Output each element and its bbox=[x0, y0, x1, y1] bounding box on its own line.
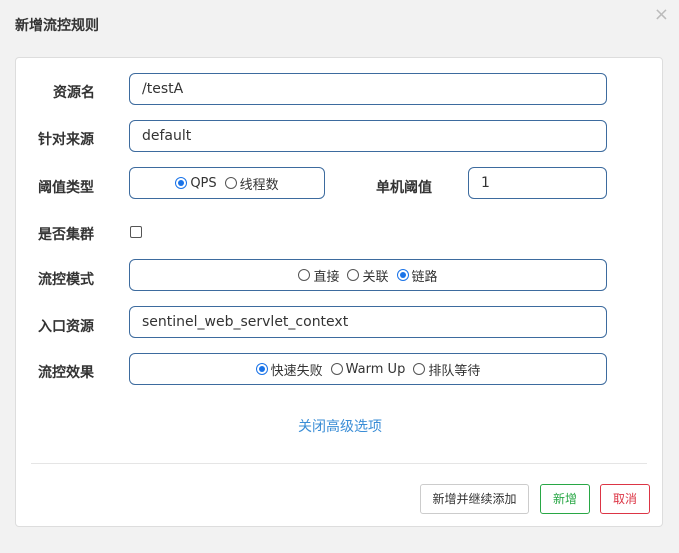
behavior-option-label: 排队等待 bbox=[428, 363, 481, 379]
radio-selected-icon[interactable] bbox=[396, 269, 409, 281]
add-and-continue-button[interactable]: 新增并继续添加 bbox=[420, 484, 529, 514]
resource-name-input[interactable] bbox=[129, 73, 607, 105]
add-button[interactable]: 新增 bbox=[540, 484, 590, 514]
form-panel: 资源名 针对来源 阈值类型 QPS 线程数 单机阈值 是否集群 流控模式 直接 … bbox=[15, 57, 663, 527]
radio-unselected-icon[interactable] bbox=[413, 363, 426, 375]
ref-resource-input[interactable] bbox=[129, 306, 607, 338]
strategy-option-label: 直接 bbox=[313, 269, 340, 285]
behavior-option-fast-fail[interactable]: 快速失败 bbox=[255, 360, 323, 379]
radio-unselected-icon[interactable] bbox=[330, 363, 343, 375]
radio-unselected-icon[interactable] bbox=[298, 269, 311, 281]
grade-option-thread[interactable]: 线程数 bbox=[224, 174, 279, 193]
grade-radio-group: QPS 线程数 bbox=[129, 167, 325, 199]
radio-selected-icon[interactable] bbox=[175, 177, 188, 189]
behavior-option-warm-up[interactable]: Warm Up bbox=[330, 361, 406, 377]
grade-option-label: QPS bbox=[190, 175, 217, 191]
cluster-label: 是否集群 bbox=[38, 227, 94, 243]
limit-app-label: 针对来源 bbox=[38, 132, 94, 148]
grade-option-qps[interactable]: QPS bbox=[175, 175, 217, 191]
radio-unselected-icon[interactable] bbox=[347, 269, 360, 281]
resource-name-label: 资源名 bbox=[53, 85, 95, 101]
strategy-radio-group: 直接 关联 链路 bbox=[129, 259, 607, 291]
strategy-option-chain[interactable]: 链路 bbox=[396, 266, 438, 285]
divider bbox=[31, 463, 647, 464]
grade-option-label: 线程数 bbox=[239, 177, 279, 193]
cluster-checkbox[interactable] bbox=[130, 226, 142, 238]
limit-app-input[interactable] bbox=[129, 120, 607, 152]
behavior-option-label: 快速失败 bbox=[270, 363, 323, 379]
behavior-option-label: Warm Up bbox=[345, 361, 406, 377]
ref-resource-label: 入口资源 bbox=[38, 319, 94, 335]
radio-selected-icon[interactable] bbox=[255, 363, 268, 375]
strategy-option-relate[interactable]: 关联 bbox=[347, 266, 389, 285]
dialog-title: 新增流控规则 bbox=[15, 18, 99, 34]
control-behavior-label: 流控效果 bbox=[38, 365, 94, 381]
single-threshold-input[interactable] bbox=[468, 167, 607, 199]
control-behavior-radio-group: 快速失败 Warm Up 排队等待 bbox=[129, 353, 607, 385]
grade-label: 阈值类型 bbox=[38, 180, 94, 196]
strategy-option-label: 链路 bbox=[411, 269, 438, 285]
strategy-label: 流控模式 bbox=[38, 272, 94, 288]
cancel-button[interactable]: 取消 bbox=[600, 484, 650, 514]
strategy-option-label: 关联 bbox=[362, 269, 389, 285]
close-icon[interactable]: × bbox=[654, 6, 669, 24]
radio-unselected-icon[interactable] bbox=[224, 177, 237, 189]
single-threshold-label: 单机阈值 bbox=[376, 180, 432, 196]
strategy-option-direct[interactable]: 直接 bbox=[298, 266, 339, 285]
behavior-option-queue[interactable]: 排队等待 bbox=[413, 360, 480, 379]
advanced-options-toggle-link[interactable]: 关闭高级选项 bbox=[16, 416, 664, 436]
